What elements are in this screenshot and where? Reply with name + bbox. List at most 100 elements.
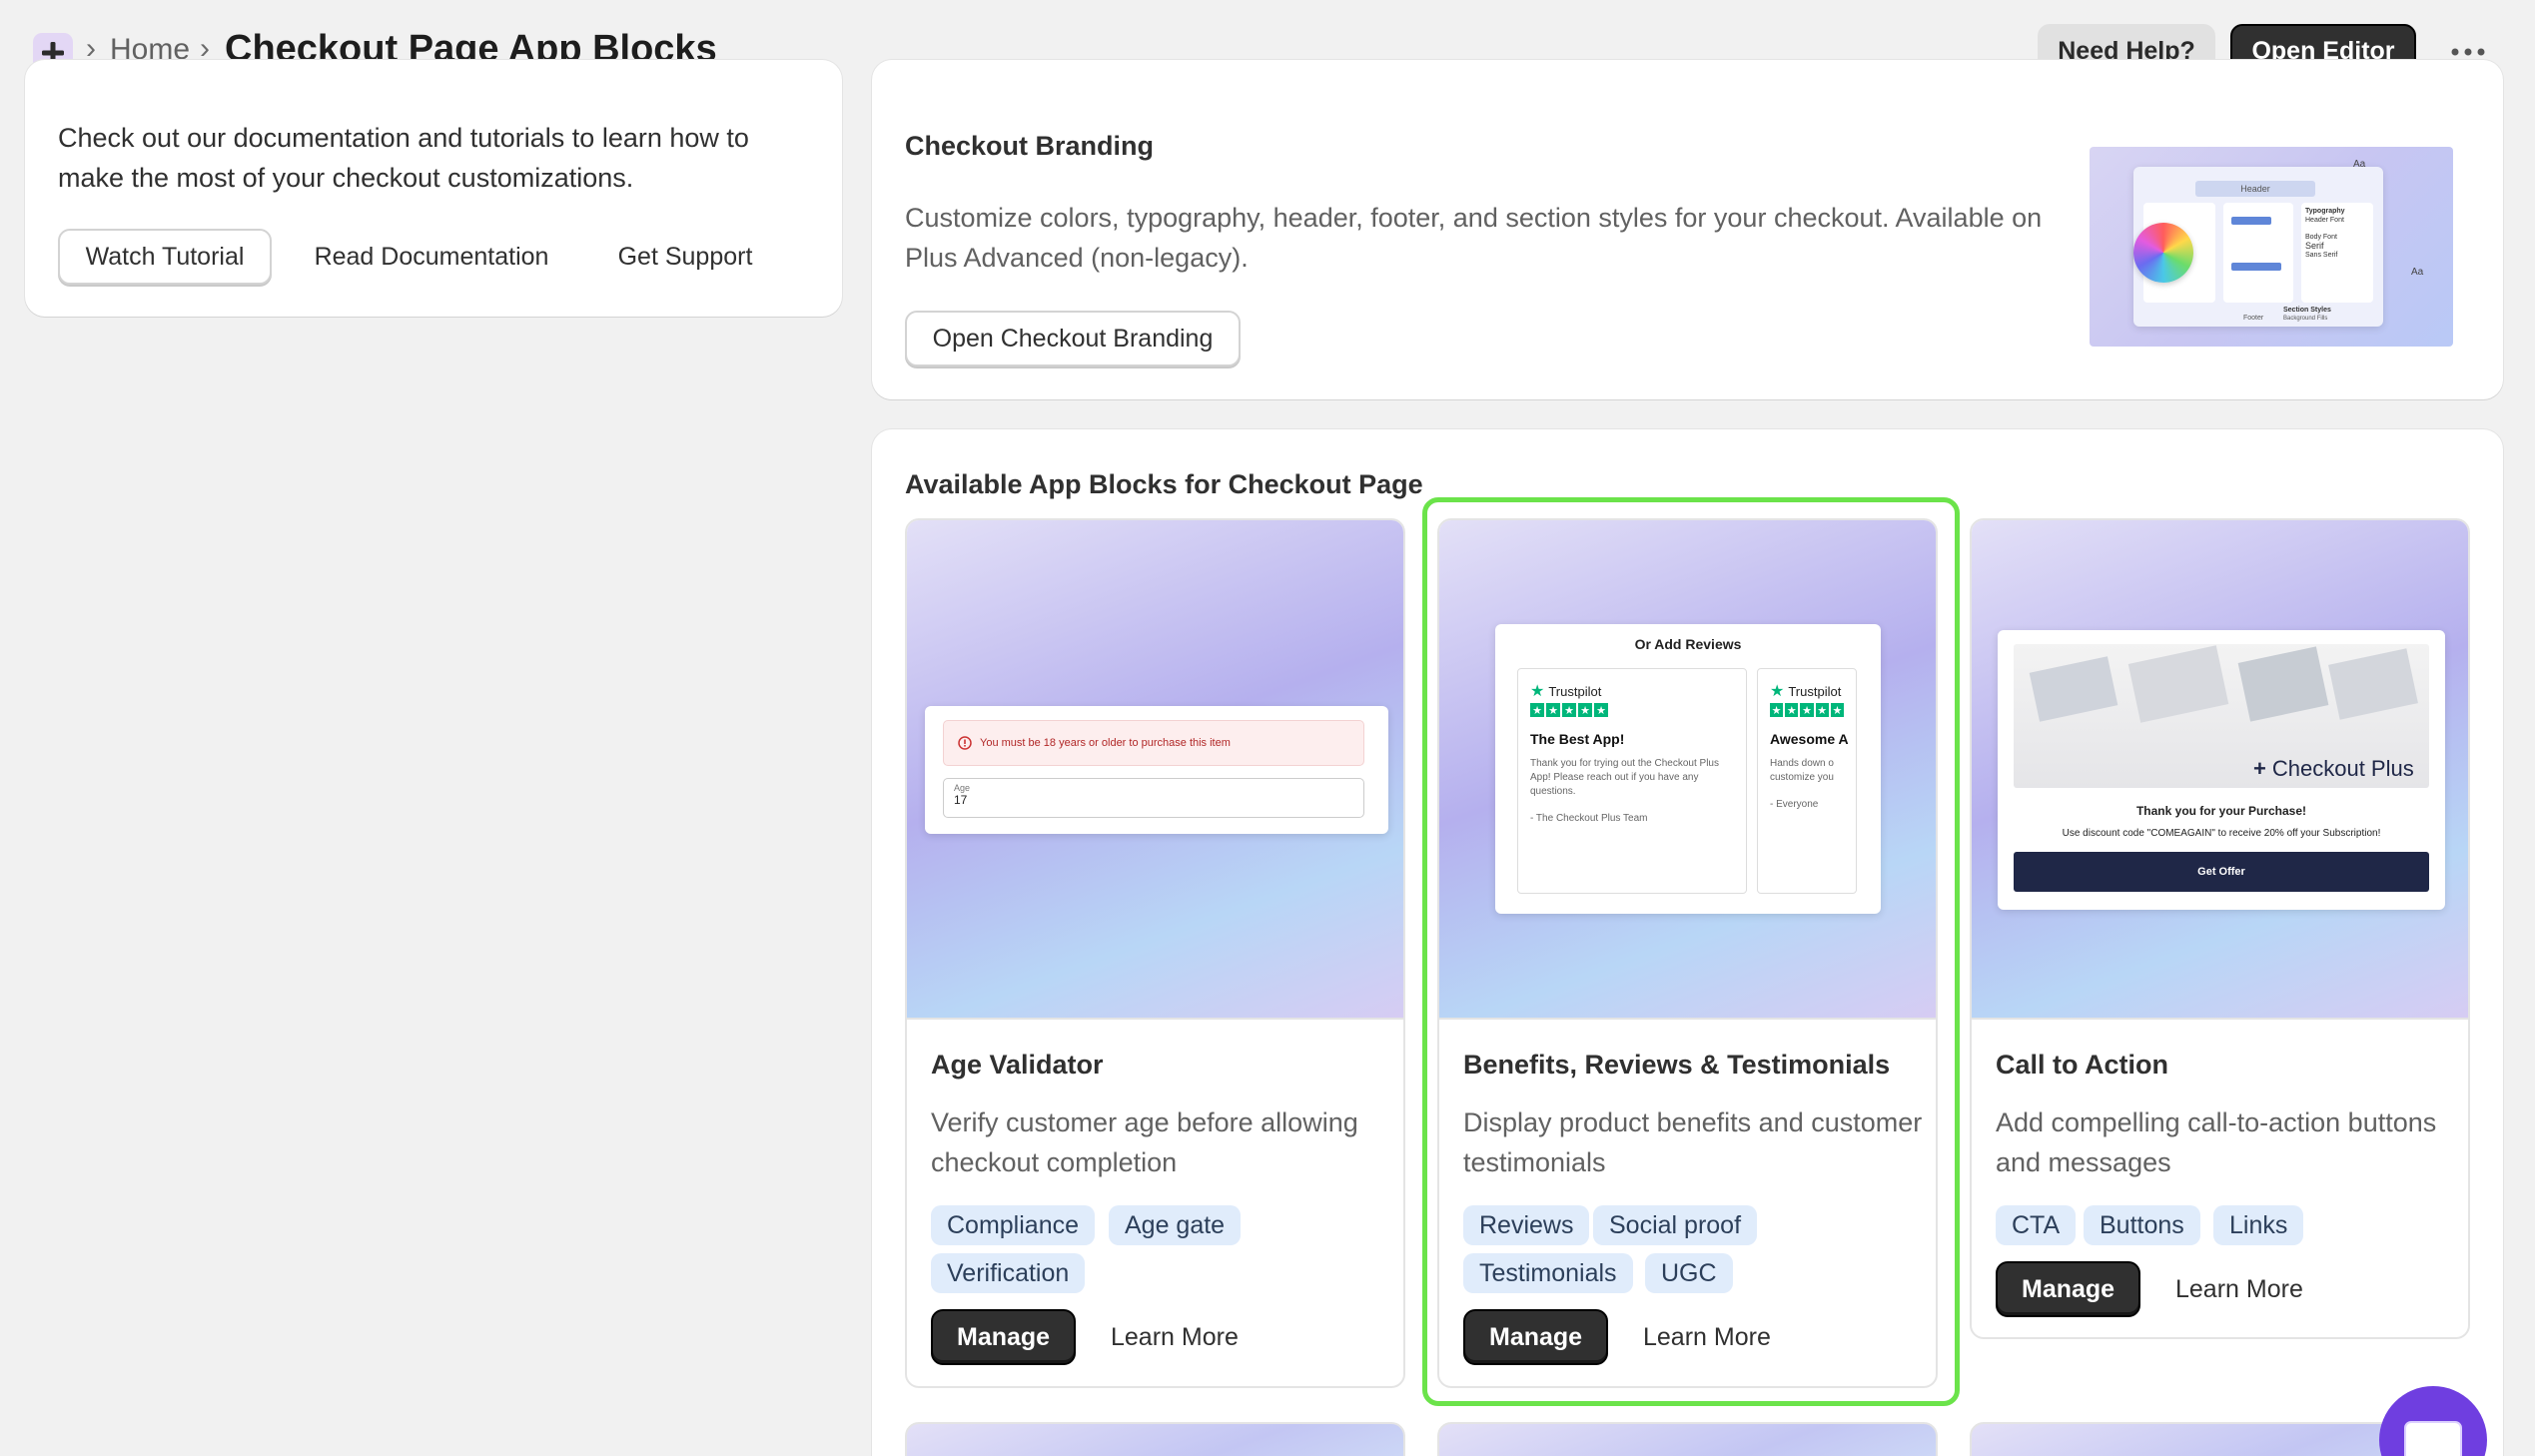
preview-header-font-label: Header Font [2305,217,2344,224]
chat-icon [2404,1421,2462,1456]
app-block-age-validator: You must be 18 years or older to purchas… [905,518,1405,1388]
preview-footer-label: Footer [2243,315,2264,322]
star-icon: ★ [1562,703,1576,717]
block-title: Age Validator [931,1050,1104,1080]
trustpilot-logo: ★ Trustpilot [1530,681,1734,701]
block-title: Call to Action [1996,1050,2168,1080]
review-body: Thank you for trying out the Checkout Pl… [1530,758,1719,797]
checkout-plus-label: Checkout Plus [2271,756,2414,781]
cta-preview-panel: + Checkout Plus Thank you for your Purch… [1998,630,2445,910]
preview-center-panel [2223,203,2293,303]
star-icon: ★ [1530,703,1544,717]
preview-sans-serif-label: Sans Serif [2305,252,2338,259]
review-card-preview: ★ Trustpilot ★ ★ ★ ★ ★ Awesome A Hands d… [1757,668,1857,894]
learn-more-button[interactable]: Learn More [1643,1309,1771,1365]
preview-aa-label: Aa [2411,267,2424,278]
rating-stars: ★ ★ ★ ★ ★ [1530,703,1734,717]
star-icon: ★ [1530,683,1545,700]
preview-bar [2231,263,2281,271]
star-icon: ★ [1770,683,1785,700]
age-input-label: Age [954,783,971,793]
documentation-text: Check out our documentation and tutorial… [58,123,749,193]
branding-preview-image: Header Typography Header Font Body Font … [2090,147,2453,347]
star-icon: ★ [1815,703,1829,717]
app-block-peek [905,1422,1405,1456]
tag-compliance: Compliance [931,1205,1096,1245]
cta-preview-image: + Checkout Plus Thank you for your Purch… [1972,520,2468,1020]
branding-title: Checkout Branding [905,131,1155,161]
star-icon: ★ [1578,703,1592,717]
manage-button[interactable]: Manage [1996,1261,2141,1317]
preview-screenshot [2237,646,2329,722]
trustpilot-label: Trustpilot [1788,683,1842,699]
preview-aa-label: Aa [2353,159,2366,170]
color-wheel-icon [2133,223,2193,283]
preview-typography-panel: Typography Header Font Body Font Serif S… [2301,203,2373,303]
star-icon: ★ [1785,703,1799,717]
manage-button[interactable]: Manage [1463,1309,1609,1365]
tag-age-gate: Age gate [1109,1205,1242,1245]
preview-screenshot [2029,656,2118,722]
review-body: Hands down o customize you [1770,758,1834,783]
reviews-preview-heading: Or Add Reviews [1634,636,1742,652]
app-block-call-to-action: + Checkout Plus Thank you for your Purch… [1970,518,2470,1339]
cta-preview-thanks: Thank you for your Purchase! [2135,804,2307,818]
watch-tutorial-button[interactable]: Watch Tutorial [58,229,272,285]
preview-serif-label: Serif [2305,241,2324,251]
review-author: - Everyone [1770,799,1819,810]
age-input-preview: Age 17 [943,778,1364,818]
age-error-banner: You must be 18 years or older to purchas… [943,720,1364,766]
age-validator-preview-image: You must be 18 years or older to purchas… [907,520,1403,1020]
block-description: Verify customer age before allowing chec… [931,1107,1358,1177]
preview-bar [2231,217,2271,225]
preview-section-styles-label: Section Styles [2283,307,2331,314]
tag-links: Links [2213,1205,2304,1245]
app-block-reviews: Or Add Reviews ★ Trustpilot ★ ★ ★ ★ ★ Th… [1437,518,1938,1388]
tag-reviews: Reviews [1463,1205,1590,1245]
preview-screenshot [2328,648,2418,720]
reviews-preview-panel: Or Add Reviews ★ Trustpilot ★ ★ ★ ★ ★ Th… [1495,624,1881,914]
app-block-peek [1437,1422,1938,1456]
tag-buttons: Buttons [2084,1205,2200,1245]
tag-testimonials: Testimonials [1463,1253,1633,1293]
star-icon: ★ [1594,703,1608,717]
branding-description: Customize colors, typography, header, fo… [905,203,2043,273]
preview-background-fills-label: Background Fills [2283,316,2328,322]
star-icon: ★ [1830,703,1845,717]
plus-icon: + [2253,756,2266,781]
tag-social-proof: Social proof [1593,1205,1758,1245]
read-documentation-button[interactable]: Read Documentation [296,229,567,285]
preview-header-bar: Header [2195,181,2315,197]
review-title: Awesome A [1770,731,1849,747]
star-icon: ★ [1800,703,1814,717]
cta-preview-button: Get Offer [2014,852,2429,892]
age-input-value: 17 [954,793,968,807]
trustpilot-logo: ★ Trustpilot [1770,681,1844,701]
get-support-button[interactable]: Get Support [595,229,775,285]
trustpilot-label: Trustpilot [1548,683,1602,699]
open-checkout-branding-button[interactable]: Open Checkout Branding [905,311,1241,366]
age-error-text: You must be 18 years or older to purchas… [980,737,1231,749]
review-author: - The Checkout Plus Team [1530,813,1648,824]
more-horizontal-icon [2451,48,2485,56]
preview-typography-label: Typography [2305,208,2345,215]
error-icon [958,736,972,750]
block-title: Benefits, Reviews & Testimonials [1463,1050,1891,1080]
age-validator-preview-form: You must be 18 years or older to purchas… [925,706,1388,834]
tag-cta: CTA [1996,1205,2077,1245]
preview-screenshot [2127,645,2229,723]
cta-preview-offer: Use discount code "COMEAGAIN" to receive… [2062,828,2381,839]
block-description: Add compelling call-to-action buttons an… [1996,1107,2437,1177]
review-card-preview: ★ Trustpilot ★ ★ ★ ★ ★ The Best App! Tha… [1517,668,1747,894]
star-icon: ★ [1546,703,1560,717]
tag-ugc: UGC [1645,1253,1733,1293]
learn-more-button[interactable]: Learn More [2175,1261,2303,1317]
star-icon: ★ [1770,703,1784,717]
manage-button[interactable]: Manage [931,1309,1077,1365]
reviews-preview-image: Or Add Reviews ★ Trustpilot ★ ★ ★ ★ ★ Th… [1439,520,1936,1020]
learn-more-button[interactable]: Learn More [1111,1309,1239,1365]
checkout-plus-logo: + Checkout Plus [2253,756,2414,782]
tag-verification: Verification [931,1253,1086,1293]
review-title: The Best App! [1530,731,1625,747]
cta-preview-banner: + Checkout Plus [2014,644,2429,788]
